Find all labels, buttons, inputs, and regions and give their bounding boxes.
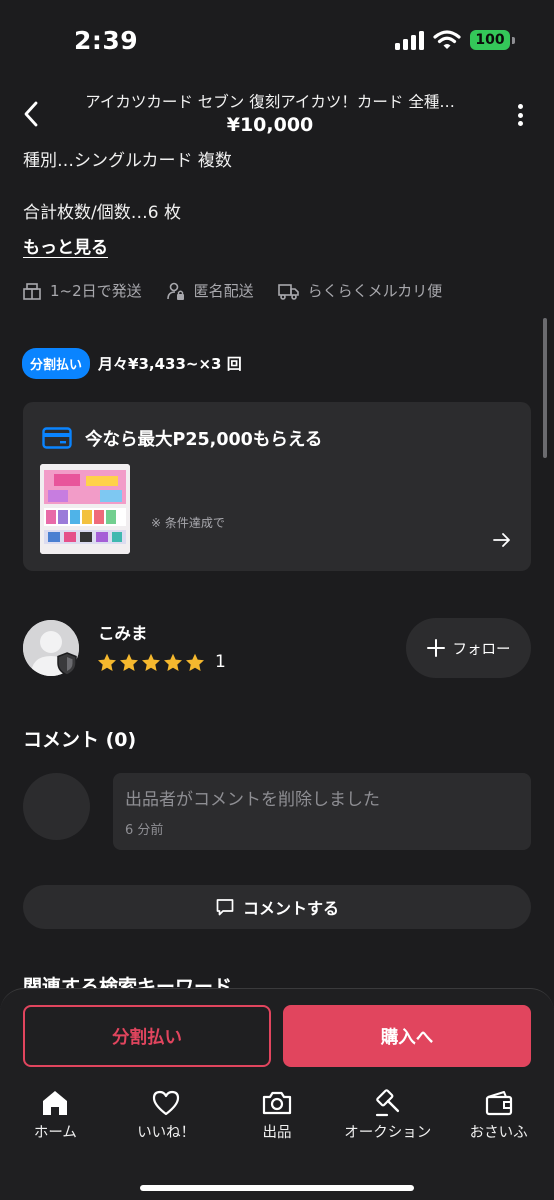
more-dot-icon xyxy=(517,112,523,118)
shipping-days-label: 1~2日で発送 xyxy=(50,282,142,300)
bottom-action-sheet: 分割払い 購入へ ホーム いいね！ 出品 オークション おさいふ xyxy=(0,988,554,1200)
tab-home[interactable]: ホーム xyxy=(0,1089,111,1149)
wallet-icon xyxy=(485,1091,512,1116)
star-icon xyxy=(98,653,116,671)
tab-label: おさいふ xyxy=(469,1125,528,1141)
commenter-avatar xyxy=(23,773,90,840)
points-promo-card[interactable]: 今なら最大P25,000もらえる ※ 条件達成で xyxy=(23,402,531,571)
cellular-signal-icon xyxy=(395,31,424,50)
anonymous-shipping: 匿名配送 xyxy=(166,280,254,301)
comment-time: 6 分前 xyxy=(125,823,164,838)
write-comment-label: コメントする xyxy=(242,899,339,918)
tab-auction[interactable]: オークション xyxy=(332,1089,443,1149)
camera-icon xyxy=(262,1091,292,1115)
scrollbar[interactable] xyxy=(543,318,547,458)
tab-label: ホーム xyxy=(33,1125,77,1141)
follow-label: フォロー xyxy=(452,641,511,658)
comment-item: 出品者がコメントを削除しました 6 分前 xyxy=(113,773,531,850)
tab-label: 出品 xyxy=(262,1125,292,1141)
tab-wallet[interactable]: おさいふ xyxy=(443,1089,554,1149)
truck-icon xyxy=(277,283,299,300)
shipping-method: らくらくメルカリ便 xyxy=(277,280,443,301)
shipping-info: 1~2日で発送 匿名配送 らくらくメルカリ便 xyxy=(22,280,466,301)
more-dot-icon xyxy=(517,121,523,126)
description-line: 種別…シングルカード 複数 xyxy=(23,151,232,171)
write-comment-button[interactable]: コメントする xyxy=(23,885,531,929)
product-thumbnail xyxy=(40,464,130,554)
verified-shield-icon xyxy=(57,652,77,676)
battery-indicator: 100 xyxy=(470,30,515,50)
seller-name[interactable]: こみま xyxy=(98,620,148,644)
promo-title: 今なら最大P25,000もらえる xyxy=(85,430,323,450)
buy-button[interactable]: 購入へ xyxy=(283,1005,531,1067)
wifi-icon xyxy=(433,30,461,49)
shipping-days: 1~2日で発送 xyxy=(22,280,142,301)
home-indicator[interactable] xyxy=(140,1185,414,1191)
heart-icon xyxy=(153,1090,180,1116)
comment-text: 出品者がコメントを削除しました xyxy=(125,790,380,810)
tab-bar: ホーム いいね！ 出品 オークション おさいふ xyxy=(0,1089,554,1149)
more-options-button[interactable] xyxy=(510,102,530,128)
show-more-link[interactable]: もっと見る xyxy=(23,233,108,258)
anonymous-shipping-label: 匿名配送 xyxy=(193,282,254,300)
shipping-method-label: らくらくメルカリ便 xyxy=(307,282,443,300)
tab-likes[interactable]: いいね！ xyxy=(111,1089,222,1149)
star-icon xyxy=(164,653,182,671)
item-price: ¥10,000 xyxy=(226,114,314,136)
speech-bubble-icon xyxy=(216,899,234,916)
follow-button[interactable]: フォロー xyxy=(406,618,531,678)
anonymous-person-icon xyxy=(166,282,184,300)
product-image xyxy=(40,464,130,554)
gavel-icon xyxy=(375,1089,399,1117)
box-icon xyxy=(23,282,41,300)
installment-pay-button[interactable]: 分割払い xyxy=(23,1005,271,1067)
credit-card-icon xyxy=(42,427,72,449)
nav-header: アイカツカード セブン 復刻アイカツ！カード 全種… ¥10,000 xyxy=(0,84,554,146)
item-title: アイカツカード セブン 復刻アイカツ！カード 全種… xyxy=(85,93,455,111)
more-dot-icon xyxy=(517,104,523,109)
back-button[interactable] xyxy=(14,94,48,134)
status-icons: 100 xyxy=(394,30,515,50)
installment-info[interactable]: 分割払い 月々¥3,433~×3 回 xyxy=(22,348,242,379)
seller-section: こみま 1 フォロー xyxy=(0,614,554,684)
star-icon xyxy=(120,653,138,671)
plus-icon xyxy=(426,639,445,657)
comments-heading: コメント (0) xyxy=(23,729,137,751)
chevron-left-icon xyxy=(24,101,38,127)
star-icon xyxy=(142,653,160,671)
status-time: 2:39 xyxy=(74,26,139,55)
tab-label: オークション xyxy=(344,1125,432,1141)
promo-condition-note: ※ 条件達成で xyxy=(151,516,225,530)
status-bar: 2:39 100 xyxy=(0,0,554,84)
star-icon xyxy=(186,653,204,671)
battery-level: 100 xyxy=(475,32,505,48)
tab-sell[interactable]: 出品 xyxy=(222,1089,333,1149)
arrow-right-icon xyxy=(493,533,510,547)
review-count: 1 xyxy=(215,652,226,672)
seller-rating[interactable]: 1 xyxy=(97,652,226,672)
installment-text: 月々¥3,433~×3 回 xyxy=(98,355,242,373)
home-icon xyxy=(43,1091,68,1115)
installment-badge: 分割払い xyxy=(22,348,91,379)
description-line: 合計枚数/個数…6 枚 xyxy=(23,203,181,223)
tab-label: いいね！ xyxy=(137,1125,196,1141)
